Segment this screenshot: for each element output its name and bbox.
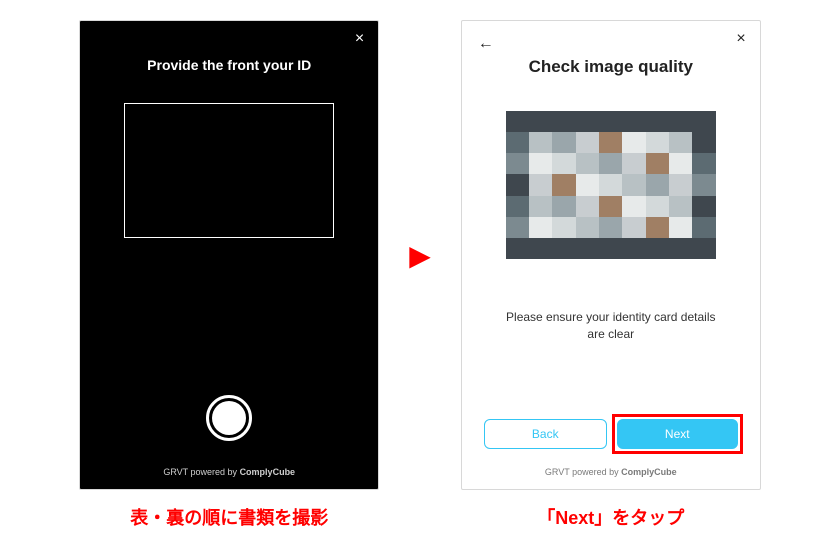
capture-screen: × Provide the front your ID GRVT powered… [79, 20, 379, 490]
close-icon[interactable]: × [736, 31, 745, 47]
footer-prefix: GRVT powered by [545, 467, 621, 477]
left-caption: 表・裏の順に書類を撮影 [130, 504, 328, 530]
close-icon[interactable]: × [355, 31, 364, 47]
capture-footer: GRVT powered by ComplyCube [80, 467, 378, 477]
back-arrow-icon[interactable]: ← [478, 35, 494, 53]
review-title: Check image quality [462, 57, 760, 77]
right-panel: ← × Check image quality Please ensure yo… [461, 20, 761, 530]
footer-prefix: GRVT powered by [163, 467, 239, 477]
button-row: Back Next [462, 419, 760, 449]
instruction-line-2: are clear [587, 327, 634, 341]
back-button[interactable]: Back [484, 419, 607, 449]
review-footer: GRVT powered by ComplyCube [462, 467, 760, 477]
capture-title: Provide the front your ID [80, 57, 378, 73]
instruction-line-1: Please ensure your identity card details [506, 310, 715, 324]
arrow-icon: ▶ [409, 239, 431, 272]
left-panel: × Provide the front your ID GRVT powered… [79, 20, 379, 530]
next-button[interactable]: Next [617, 419, 738, 449]
review-instruction: Please ensure your identity card details… [462, 309, 760, 343]
footer-brand: ComplyCube [621, 467, 677, 477]
id-frame-guide [124, 103, 334, 238]
shutter-inner [212, 401, 246, 435]
right-caption: 「Next」をタップ [537, 504, 684, 530]
id-preview-image [506, 111, 716, 259]
shutter-button[interactable] [206, 395, 252, 441]
review-screen: ← × Check image quality Please ensure yo… [461, 20, 761, 490]
tutorial-stage: × Provide the front your ID GRVT powered… [0, 0, 840, 540]
footer-brand: ComplyCube [240, 467, 296, 477]
